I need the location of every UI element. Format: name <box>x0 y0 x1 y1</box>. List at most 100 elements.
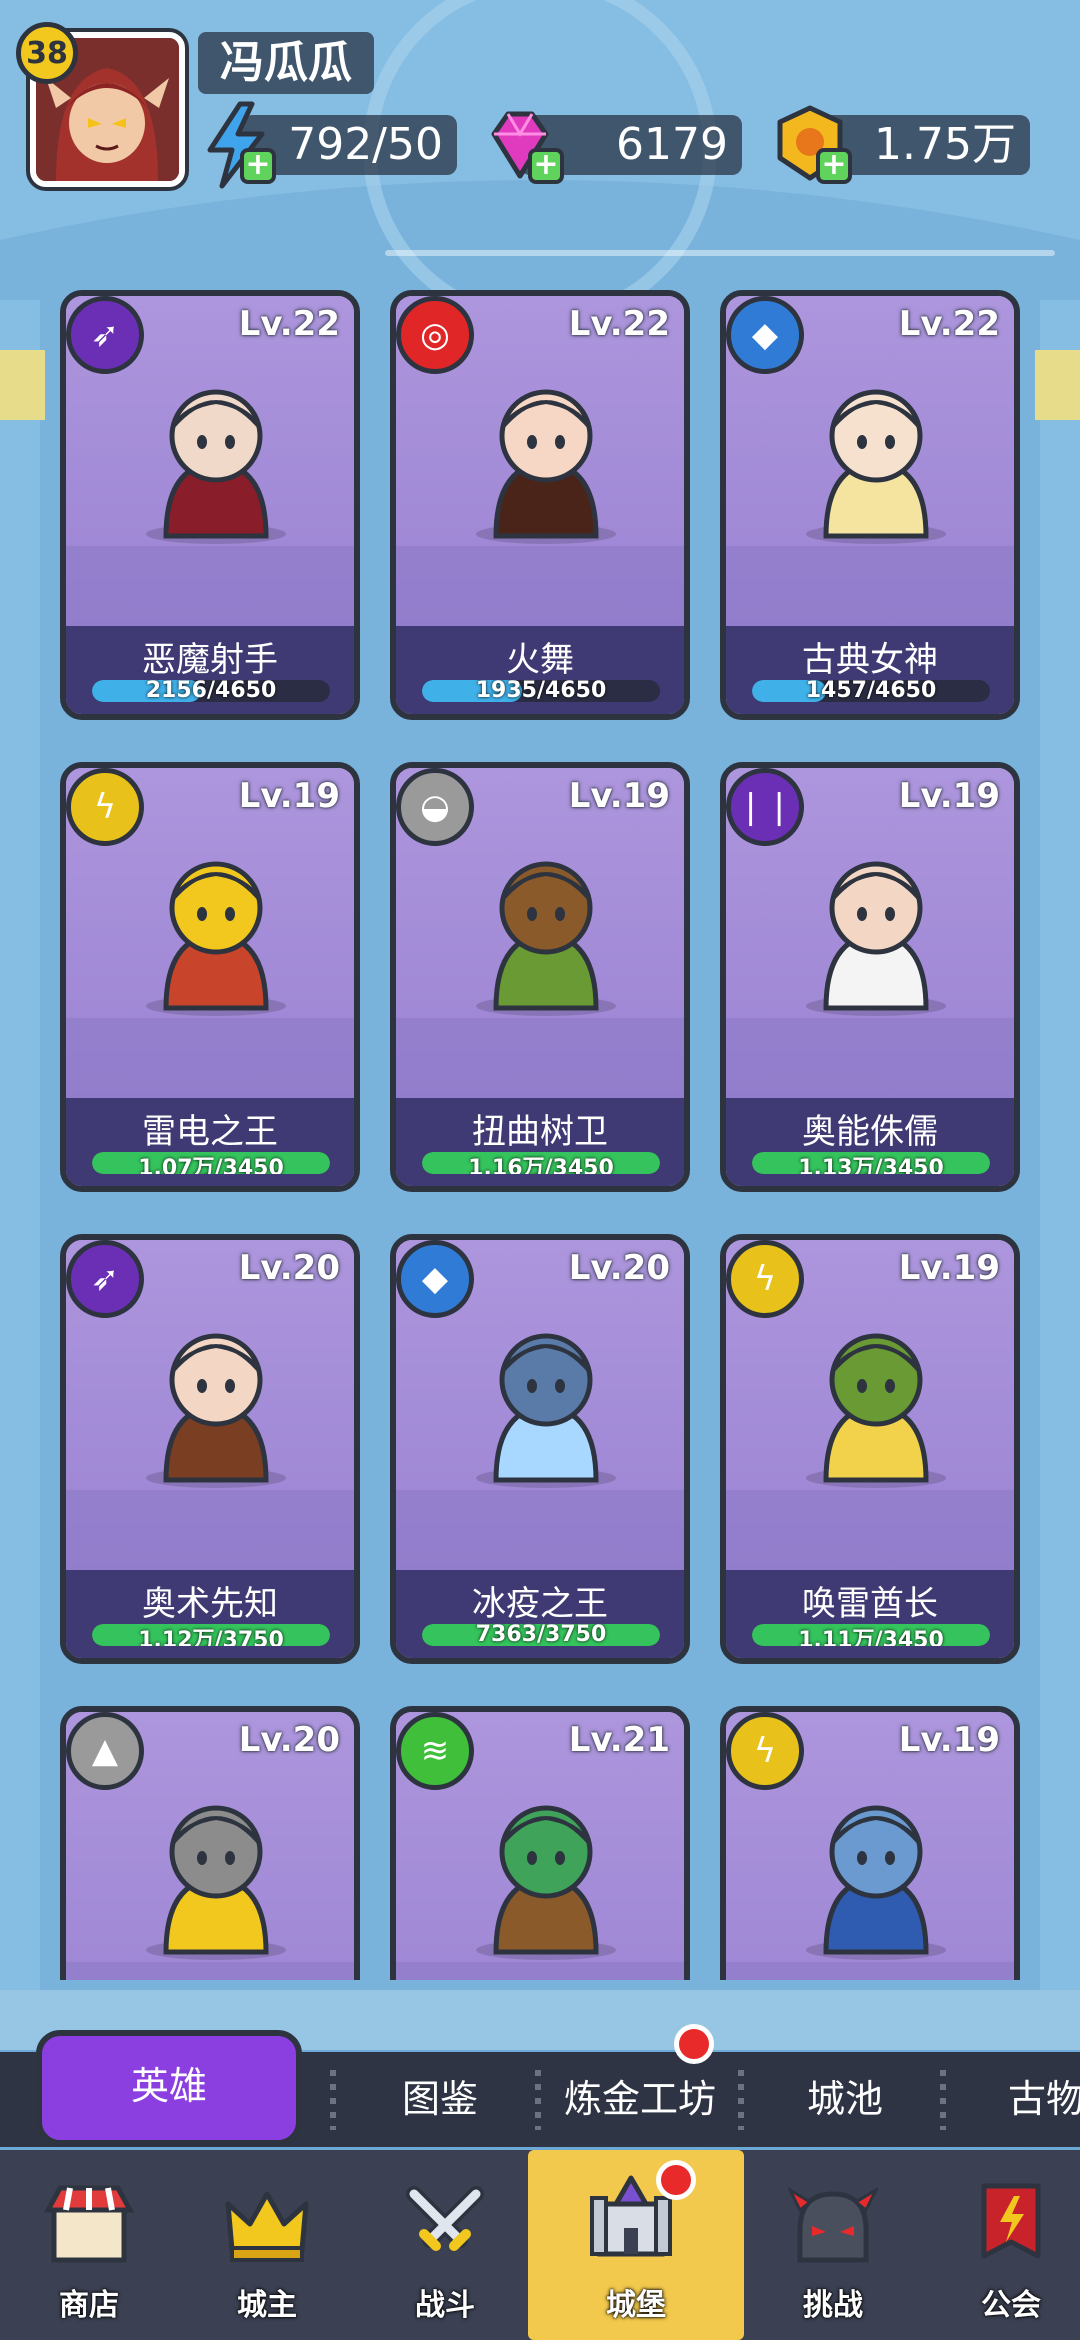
hero-art-floor <box>726 1018 1014 1098</box>
hero-card[interactable]: ◒ Lv.19 扭曲树卫 1.16万/3450 <box>390 762 690 1192</box>
nav-castle-label: 城堡 <box>606 2288 666 2323</box>
hero-portrait <box>146 861 286 1016</box>
hero-shard-progress: 1.07万/3450 <box>92 1152 330 1174</box>
hero-level: Lv.22 <box>238 304 340 344</box>
nav-guild[interactable]: 公会 <box>922 2150 1080 2340</box>
hero-card[interactable]: ❘❘ Lv.19 奥能侏儒 1.13万/3450 <box>720 762 1020 1192</box>
shield-icon: ◒ <box>396 768 474 846</box>
lightning-icon: ϟ <box>66 768 144 846</box>
nav-battle[interactable]: 战斗 <box>356 2150 534 2340</box>
player-level-badge: 38 <box>16 22 78 84</box>
tornado-icon: ≋ <box>396 1712 474 1790</box>
hero-shard-progress-text: 1.11万/3450 <box>798 1628 944 1646</box>
crystal-icon: ◆ <box>726 296 804 374</box>
hero-level: Lv.22 <box>898 304 1000 344</box>
hero-art-floor <box>726 1490 1014 1570</box>
hero-grid: ➶ Lv.22 恶魔射手 2156/4650 ◎ Lv.22 火舞 1935/4… <box>0 290 1080 1980</box>
nav-castle[interactable]: 城堡 <box>528 2150 744 2340</box>
tab-heroes[interactable]: 英雄 <box>36 2030 302 2146</box>
castle-notification-dot <box>656 2160 696 2200</box>
hero-card[interactable]: ◎ Lv.22 火舞 1935/4650 <box>390 290 690 720</box>
hero-portrait <box>806 1333 946 1488</box>
hero-name: 恶魔射手 <box>142 640 278 680</box>
hero-shard-progress: 1.12万/3750 <box>92 1624 330 1646</box>
nav-shop[interactable]: 商店 <box>0 2150 178 2340</box>
add-gold-button[interactable]: + <box>816 148 852 184</box>
hero-shard-progress-text: 1.16万/3450 <box>468 1156 614 1174</box>
hero-portrait <box>146 1805 286 1960</box>
nav-lord-label: 城主 <box>237 2288 297 2323</box>
hero-shard-progress: 2156/4650 <box>92 680 330 702</box>
hero-shard-progress: 1.13万/3450 <box>752 1152 990 1174</box>
hero-card[interactable]: ➶ Lv.20 奥术先知 1.12万/3750 <box>60 1234 360 1664</box>
hero-shard-progress: 1.11万/3450 <box>752 1624 990 1646</box>
sub-tab-bar: 英雄 图鉴 炼金工坊 城池 古物 <box>0 2024 1080 2147</box>
hero-art-floor <box>66 1962 354 1980</box>
hero-card[interactable]: ▲ Lv.20 <box>60 1706 360 1980</box>
hero-card[interactable]: ◆ Lv.20 冰疫之王 7363/3750 <box>390 1234 690 1664</box>
nav-lord[interactable]: 城主 <box>178 2150 356 2340</box>
tab-divider <box>940 2070 946 2130</box>
hero-name: 火舞 <box>506 640 574 680</box>
tab-divider <box>535 2070 541 2130</box>
hero-art-floor <box>396 1018 684 1098</box>
hero-name: 古典女神 <box>802 640 938 680</box>
hero-shard-progress-text: 1.13万/3450 <box>798 1156 944 1174</box>
lightning-icon: ϟ <box>726 1240 804 1318</box>
arcane-icon: ❘❘ <box>726 768 804 846</box>
hero-level: Lv.21 <box>568 1720 670 1760</box>
hero-shard-progress: 1457/4650 <box>752 680 990 702</box>
hero-name: 扭曲树卫 <box>472 1112 608 1152</box>
hero-portrait <box>806 861 946 1016</box>
hero-shard-progress: 1935/4650 <box>422 680 660 702</box>
hero-portrait <box>146 1333 286 1488</box>
hero-card[interactable]: ≋ Lv.21 <box>390 1706 690 1980</box>
nav-battle-label: 战斗 <box>415 2288 475 2323</box>
rock-icon: ▲ <box>66 1712 144 1790</box>
top-bar: 38 冯瓜瓜 792/50 + 6179 + 1.75万 + <box>0 0 1080 250</box>
nav-guild-label: 公会 <box>981 2288 1041 2323</box>
alchemy-notification-dot <box>674 2024 714 2064</box>
hero-shard-progress-text: 2156/4650 <box>145 680 277 702</box>
hero-name: 冰疫之王 <box>472 1584 608 1624</box>
hero-portrait <box>146 389 286 544</box>
demon-helmet-icon <box>788 2187 878 2263</box>
hero-art-floor <box>396 546 684 626</box>
bottom-navigation: 商店 城主 战斗 城堡 挑战 公会 <box>0 2150 1080 2340</box>
hero-art-floor <box>726 546 1014 626</box>
tab-city[interactable]: 城池 <box>760 2052 930 2147</box>
hero-card[interactable]: ϟ Lv.19 <box>720 1706 1020 1980</box>
hero-level: Lv.22 <box>568 304 670 344</box>
hero-art-floor <box>396 1962 684 1980</box>
hero-card[interactable]: ◆ Lv.22 古典女神 1457/4650 <box>720 290 1020 720</box>
add-gem-button[interactable]: + <box>528 148 564 184</box>
archer-icon: ➶ <box>66 296 144 374</box>
hero-shard-progress: 7363/3750 <box>422 1624 660 1646</box>
hero-name: 雷电之王 <box>142 1112 278 1152</box>
nav-challenge[interactable]: 挑战 <box>744 2150 922 2340</box>
hero-card[interactable]: ϟ Lv.19 雷电之王 1.07万/3450 <box>60 762 360 1192</box>
crossed-swords-icon <box>406 2186 484 2251</box>
hero-portrait <box>806 389 946 544</box>
archer-icon: ➶ <box>66 1240 144 1318</box>
fire-ring-icon: ◎ <box>396 296 474 374</box>
hero-portrait <box>476 861 616 1016</box>
hero-shard-progress-text: 1457/4650 <box>805 680 937 702</box>
hero-card[interactable]: ➶ Lv.22 恶魔射手 2156/4650 <box>60 290 360 720</box>
hero-art-floor <box>396 1490 684 1570</box>
hero-name: 唤雷酋长 <box>802 1584 938 1624</box>
hero-level: Lv.20 <box>238 1248 340 1288</box>
hero-level: Lv.19 <box>898 1720 1000 1760</box>
add-energy-button[interactable]: + <box>240 148 276 184</box>
tab-codex[interactable]: 图鉴 <box>360 2052 520 2147</box>
hero-shard-progress-text: 1.07万/3450 <box>138 1156 284 1174</box>
hero-card[interactable]: ϟ Lv.19 唤雷酋长 1.11万/3450 <box>720 1234 1020 1664</box>
nav-shop-label: 商店 <box>59 2288 119 2323</box>
crystal-icon: ◆ <box>396 1240 474 1318</box>
tab-divider <box>330 2070 336 2130</box>
tab-alchemy[interactable]: 炼金工坊 <box>555 2052 725 2147</box>
hero-shard-progress: 1.16万/3450 <box>422 1152 660 1174</box>
tab-divider <box>738 2070 744 2130</box>
tab-relics[interactable]: 古物 <box>960 2052 1080 2147</box>
hero-shard-progress-text: 1935/4650 <box>475 680 607 702</box>
